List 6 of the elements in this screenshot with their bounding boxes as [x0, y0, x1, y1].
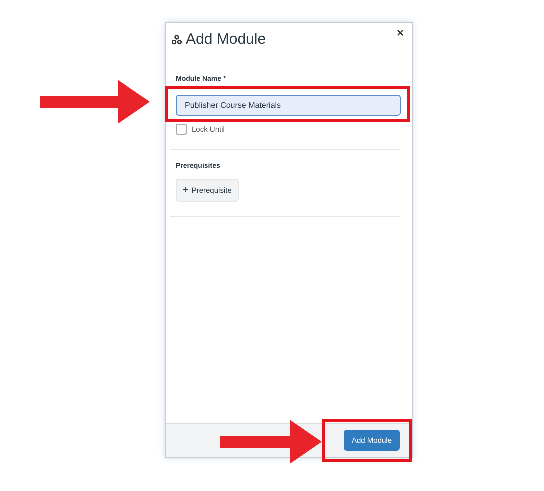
lock-checkbox[interactable]: [176, 124, 187, 136]
arrow-icon: [220, 420, 322, 464]
close-button[interactable]: ×: [396, 27, 404, 39]
module-name-field[interactable]: Publisher Course Materials: [176, 95, 401, 116]
dialog-title: Add Module: [186, 30, 266, 50]
arrow-icon: [40, 80, 150, 124]
